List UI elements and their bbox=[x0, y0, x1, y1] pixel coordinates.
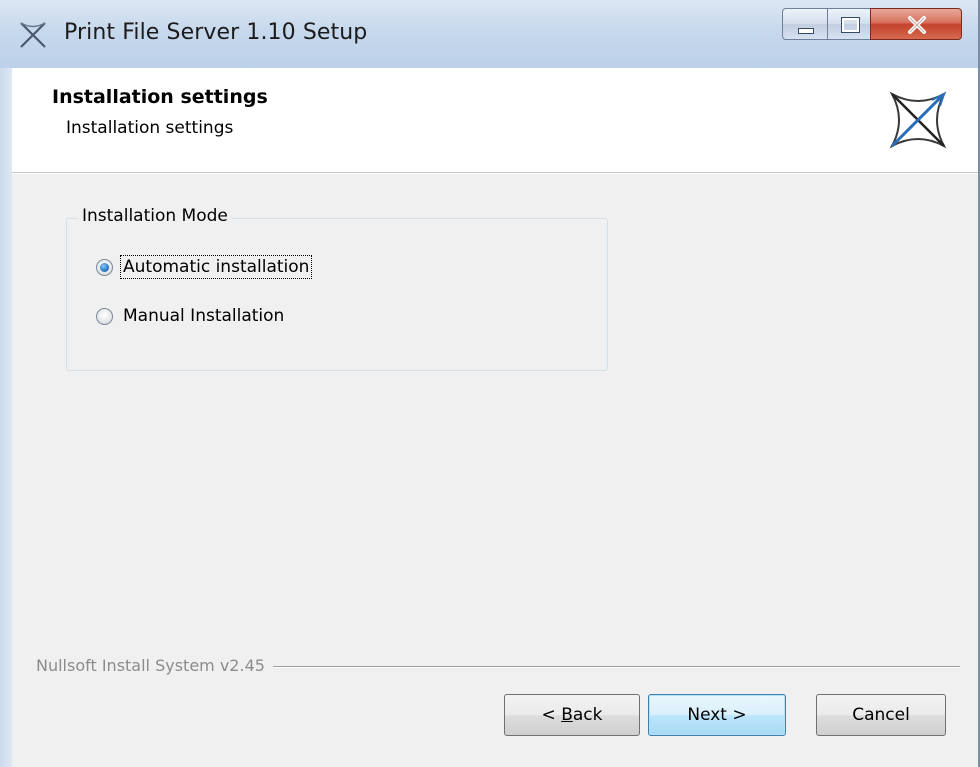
header-separator bbox=[12, 173, 980, 174]
maximize-icon bbox=[841, 17, 860, 33]
group-legend: Installation Mode bbox=[78, 206, 232, 226]
installation-mode-group bbox=[66, 218, 608, 371]
setup-window: Print File Server 1.10 Setup Installatio… bbox=[0, 0, 980, 767]
page-title: Installation settings bbox=[52, 86, 268, 108]
radio-label-manual[interactable]: Manual Installation bbox=[121, 305, 286, 327]
close-icon bbox=[908, 16, 926, 34]
title-bar[interactable]: Print File Server 1.10 Setup bbox=[0, 0, 980, 69]
page-subtitle: Installation settings bbox=[66, 118, 234, 138]
minimize-icon bbox=[798, 28, 814, 34]
back-button-prefix: < bbox=[541, 705, 562, 725]
radio-button-checked[interactable] bbox=[96, 258, 113, 276]
close-button[interactable] bbox=[870, 8, 962, 40]
maximize-button[interactable] bbox=[827, 8, 871, 40]
nsis-x-icon bbox=[20, 22, 46, 48]
window-left-border bbox=[0, 68, 12, 767]
radio-button-unchecked[interactable] bbox=[96, 307, 113, 325]
back-button-rest: ack bbox=[572, 705, 603, 725]
radio-manual-installation[interactable]: Manual Installation bbox=[96, 305, 286, 327]
header-panel: Installation settings Installation setti… bbox=[12, 68, 980, 173]
back-button[interactable]: < Back bbox=[504, 694, 640, 736]
cancel-button[interactable]: Cancel bbox=[816, 694, 946, 736]
radio-automatic-installation[interactable]: Automatic installation bbox=[96, 255, 313, 279]
back-button-mnemonic: B bbox=[561, 705, 573, 725]
next-button[interactable]: Next > bbox=[648, 694, 786, 736]
radio-label-automatic[interactable]: Automatic installation bbox=[119, 255, 313, 279]
nsis-logo-icon bbox=[889, 91, 947, 149]
branding-text: Nullsoft Install System v2.45 bbox=[36, 656, 273, 675]
window-title: Print File Server 1.10 Setup bbox=[64, 20, 368, 45]
minimize-button[interactable] bbox=[782, 8, 828, 40]
